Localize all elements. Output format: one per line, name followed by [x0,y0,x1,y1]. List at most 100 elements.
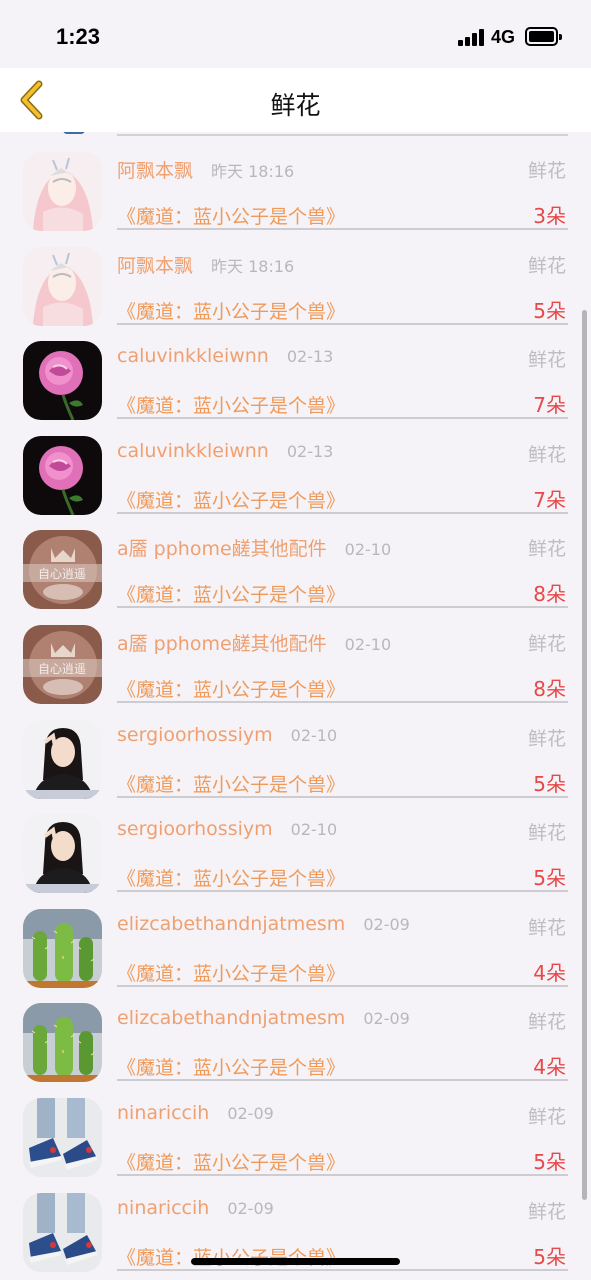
book-title-link[interactable]: 《魔道：蓝小公子是个兽》 [117,770,345,797]
sender-name[interactable]: 阿飘本飘 昨天 18:16 [117,251,294,278]
gift-type-label: 鲜花 [527,1011,566,1034]
sender-name[interactable]: elizcabethandnjatmesm 02-09 [117,1007,410,1029]
timestamp: 02-09 [227,1104,274,1123]
timestamp: 02-10 [344,635,392,654]
girl-mask-avatar[interactable] [23,246,102,326]
gift-type-label: 鲜花 [527,254,566,277]
sneakers-avatar[interactable] [23,1192,102,1272]
network-type-label: 4G [491,27,516,47]
gift-count: 5朵 [533,1150,566,1174]
girl-photo-avatar[interactable] [23,814,102,894]
list-item[interactable]: caluvinkkleiwnn 02-13 鲜花 《魔道：蓝小公子是个兽》 7朵 [0,321,591,421]
timestamp: 02-13 [286,347,334,367]
gift-type-label: 鲜花 [527,349,566,372]
sender-name[interactable]: caluvinkkleiwnn 02-13 [117,440,333,462]
navigation-bar: 鲜花 [0,68,591,132]
gift-count: 5朵 [533,866,566,891]
list-item[interactable]: caluvinkkleiwnn 02-13 鲜花 《魔道：蓝小公子是个兽》 7朵 [0,416,591,515]
gift-type-label: 鲜花 [527,1106,566,1128]
gift-count: 7朵 [533,487,566,512]
timestamp: 昨天 18:16 [211,162,295,181]
list-item[interactable]: elizcabethandnjatmesm 02-09 鲜花 《魔道：蓝小公子是个… [0,889,591,988]
book-title-link[interactable]: 《魔道：蓝小公子是个兽》 [117,486,345,513]
sender-name-text: a靥 pphome鹾其他配件 [117,538,327,561]
gift-count: 4朵 [533,960,566,985]
timestamp: 02-09 [363,1009,410,1029]
sender-name-text: ninariccih [117,1102,210,1124]
book-title-link[interactable]: 《魔道：蓝小公子是个兽》 [117,297,345,324]
sender-name-text: elizcabethandnjatmesm [117,912,346,935]
sender-name-text: sergioorhossiym [117,723,273,746]
gift-count: 8朵 [533,677,566,701]
gift-type-label: 鲜花 [527,727,566,750]
crown-avatar[interactable]: 自心逍遥 [23,530,102,610]
crown-avatar[interactable]: 自心逍遥 [23,625,102,704]
cactus-avatar[interactable] [23,908,102,988]
gift-count: 7朵 [533,393,566,418]
scrollbar[interactable] [582,310,587,1200]
timestamp: 02-10 [290,725,338,745]
home-indicator[interactable] [191,1258,400,1265]
sender-name[interactable]: a靥 pphome鹾其他配件 02-10 [117,534,391,561]
gift-record-list[interactable]: 阿飘本飘 昨天 18:16 鲜花 《魔道：蓝小公子是个兽》 3朵 阿飘本飘 昨天 1… [0,132,591,1280]
gift-type-label: 鲜花 [527,443,566,466]
sender-name[interactable]: 阿飘本飘 昨天 18:16 [117,156,294,183]
sender-name-text: sergioorhossiym [117,818,273,841]
book-title-link[interactable]: 《魔道：蓝小公子是个兽》 [117,202,345,229]
cellular-signal-icon [458,29,485,46]
girl-mask-avatar[interactable] [23,152,102,231]
sender-name-text: 阿飘本飘 [117,254,194,277]
gift-count: 5朵 [533,1244,566,1269]
list-item[interactable]: ninariccih 02-09 鲜花 《魔道：蓝小公子是个兽》 5朵 [0,1078,591,1177]
sender-name-text: 阿飘本飘 [117,160,194,182]
sender-name[interactable]: caluvinkkleiwnn 02-13 [117,345,333,367]
rose-avatar[interactable] [23,341,102,421]
list-item[interactable]: 自心逍遥 a靥 pphome鹾其他配件 02-10 鲜花 《魔道：蓝小公子是个兽》… [0,510,591,610]
list-item[interactable]: 阿飘本飘 昨天 18:16 鲜花 《魔道：蓝小公子是个兽》 3朵 [0,132,591,231]
sender-name[interactable]: sergioorhossiym 02-10 [117,724,337,746]
list-item[interactable]: sergioorhossiym 02-10 鲜花 《魔道：蓝小公子是个兽》 5朵 [0,700,591,799]
gift-type-label: 鲜花 [527,160,566,182]
book-title-link[interactable]: 《魔道：蓝小公子是个兽》 [117,959,345,986]
list-item[interactable]: ninariccih 02-09 鲜花 《魔道：蓝小公子是个兽》 5朵 [0,1173,591,1272]
gift-count: 4朵 [533,1055,566,1080]
sender-name[interactable]: elizcabethandnjatmesm 02-09 [117,913,410,935]
sender-name-text: a靥 pphome鹾其他配件 [117,633,327,655]
svg-text:自心逍遥: 自心逍遥 [38,567,86,581]
book-title-link[interactable]: 《魔道：蓝小公子是个兽》 [117,1148,345,1175]
list-item[interactable]: 自心逍遥 a靥 pphome鹾其他配件 02-10 鲜花 《魔道：蓝小公子是个兽》… [0,605,591,704]
sender-name-text: elizcabethandnjatmesm [117,1007,346,1030]
gift-type-label: 鲜花 [527,538,566,561]
book-title-link[interactable]: 《魔道：蓝小公子是个兽》 [117,675,345,702]
list-item[interactable]: elizcabethandnjatmesm 02-09 鲜花 《魔道：蓝小公子是个… [0,983,591,1083]
book-title-link[interactable]: 《魔道：蓝小公子是个兽》 [117,1243,345,1270]
sender-name-text: caluvinkkleiwnn [117,345,269,368]
timestamp: 02-09 [363,914,410,934]
gift-type-label: 鲜花 [527,1200,566,1223]
sender-name-text: ninariccih [117,1196,210,1219]
book-title-link[interactable]: 《魔道：蓝小公子是个兽》 [117,1053,345,1080]
timestamp: 02-10 [344,540,392,560]
sender-name[interactable]: sergioorhossiym 02-10 [117,818,337,840]
book-title-link[interactable]: 《魔道：蓝小公子是个兽》 [117,391,345,418]
status-bar: 1:23 4G [0,0,591,68]
sender-name[interactable]: a靥 pphome鹾其他配件 02-10 [117,629,391,656]
battery-icon [525,27,562,46]
gift-type-label: 鲜花 [527,916,566,939]
girl-photo-avatar[interactable] [23,719,102,799]
gift-count: 8朵 [533,582,566,607]
sneakers-avatar[interactable] [23,1098,102,1177]
rose-avatar[interactable] [23,435,102,515]
svg-text:自心逍遥: 自心逍遥 [38,662,86,676]
list-item[interactable]: 阿飘本飘 昨天 18:16 鲜花 《魔道：蓝小公子是个兽》 5朵 [0,227,591,326]
timestamp: 02-09 [227,1198,274,1218]
gift-count: 3朵 [533,204,566,228]
book-title-link[interactable]: 《魔道：蓝小公子是个兽》 [117,864,345,891]
sender-name[interactable]: ninariccih 02-09 [117,1197,274,1219]
list-divider [117,1268,568,1271]
cactus-avatar[interactable] [23,1003,102,1083]
status-time: 1:23 [56,24,101,49]
book-title-link[interactable]: 《魔道：蓝小公子是个兽》 [117,580,345,607]
sender-name[interactable]: ninariccih 02-09 [117,1102,274,1124]
list-item[interactable]: sergioorhossiym 02-10 鲜花 《魔道：蓝小公子是个兽》 5朵 [0,794,591,894]
